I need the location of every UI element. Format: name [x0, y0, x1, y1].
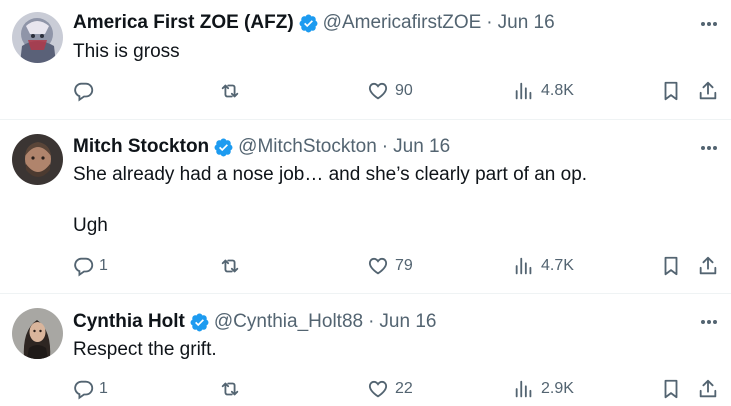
tweet-header: Mitch Stockton @MitchStockton · Jun 16	[73, 135, 450, 159]
reply-button[interactable]: 1	[73, 376, 108, 402]
avatar[interactable]	[12, 308, 63, 359]
view-count: 2.9K	[541, 380, 574, 397]
tweet-actions: 1 22 2.9K	[73, 376, 721, 402]
view-count: 4.7K	[541, 257, 574, 274]
views-button[interactable]: 2.9K	[513, 376, 574, 402]
tweet-header: America First ZOE (AFZ) @AmericafirstZOE…	[73, 11, 555, 35]
tweet-text-line: Ugh	[73, 215, 108, 236]
reply-icon	[73, 80, 95, 102]
verified-badge-icon	[298, 13, 319, 34]
share-icon	[697, 80, 719, 102]
avatar-image	[12, 308, 63, 359]
tweet-feed: America First ZOE (AFZ) @AmericafirstZOE…	[0, 0, 731, 406]
tweet[interactable]: Cynthia Holt @Cynthia_Holt88 · Jun 16 Re…	[0, 294, 731, 406]
view-count: 4.8K	[541, 82, 574, 99]
views-chart-icon	[513, 378, 535, 400]
avatar-image	[12, 134, 63, 185]
tweet-text-line: Respect the grift.	[73, 339, 217, 360]
share-button[interactable]	[697, 253, 719, 279]
reply-button[interactable]: 1	[73, 253, 108, 279]
views-button[interactable]: 4.7K	[513, 253, 574, 279]
heart-icon	[367, 255, 389, 277]
tweet[interactable]: Mitch Stockton @MitchStockton · Jun 16 S…	[0, 120, 731, 294]
reply-button[interactable]	[73, 78, 101, 104]
like-count: 90	[395, 82, 413, 99]
separator-dot: ·	[368, 311, 375, 332]
views-chart-icon	[513, 255, 535, 277]
like-count: 22	[395, 380, 413, 397]
bookmark-button[interactable]	[660, 376, 682, 402]
reply-icon	[73, 378, 95, 400]
display-name[interactable]: America First ZOE (AFZ)	[73, 11, 294, 35]
like-button[interactable]: 90	[367, 78, 413, 104]
reply-count: 1	[99, 257, 108, 274]
views-button[interactable]: 4.8K	[513, 78, 574, 104]
tweet-actions: 1 79 4.7K	[73, 253, 721, 279]
retweet-icon	[219, 378, 241, 400]
verified-badge-icon	[213, 137, 234, 158]
share-button[interactable]	[697, 78, 719, 104]
tweet-text-line: She already had a nose job… and she’s cl…	[73, 164, 588, 185]
retweet-icon	[219, 255, 241, 277]
like-button[interactable]: 79	[367, 253, 413, 279]
avatar[interactable]	[12, 134, 63, 185]
share-icon	[697, 255, 719, 277]
timestamp[interactable]: Jun 16	[498, 11, 555, 35]
more-options-icon[interactable]	[699, 14, 719, 34]
views-chart-icon	[513, 80, 535, 102]
like-button[interactable]: 22	[367, 376, 413, 402]
bookmark-icon	[660, 378, 682, 400]
like-count: 79	[395, 257, 413, 274]
avatar-image	[12, 12, 63, 63]
reply-icon	[73, 255, 95, 277]
bookmark-button[interactable]	[660, 78, 682, 104]
avatar[interactable]	[12, 12, 63, 63]
share-button[interactable]	[697, 376, 719, 402]
display-name[interactable]: Cynthia Holt	[73, 310, 185, 334]
user-handle[interactable]: @Cynthia_Holt88	[214, 310, 363, 334]
bookmark-button[interactable]	[660, 253, 682, 279]
retweet-button[interactable]	[219, 253, 247, 279]
bookmark-icon	[660, 80, 682, 102]
tweet[interactable]: America First ZOE (AFZ) @AmericafirstZOE…	[0, 0, 731, 120]
tweet-text-line: This is gross	[73, 41, 180, 62]
tweet-header: Cynthia Holt @Cynthia_Holt88 · Jun 16	[73, 310, 436, 334]
separator-dot: ·	[486, 12, 493, 33]
retweet-icon	[219, 80, 241, 102]
more-options-icon[interactable]	[699, 138, 719, 158]
separator-dot: ·	[381, 136, 389, 157]
heart-icon	[367, 80, 389, 102]
verified-badge-icon	[189, 312, 210, 333]
retweet-button[interactable]	[219, 376, 247, 402]
user-handle[interactable]: @MitchStockton	[238, 135, 377, 159]
heart-icon	[367, 378, 389, 400]
reply-count: 1	[99, 380, 108, 397]
user-handle[interactable]: @AmericafirstZOE	[323, 11, 482, 35]
timestamp[interactable]: Jun 16	[393, 135, 450, 159]
more-options-icon[interactable]	[699, 312, 719, 332]
display-name[interactable]: Mitch Stockton	[73, 135, 209, 159]
share-icon	[697, 378, 719, 400]
retweet-button[interactable]	[219, 78, 247, 104]
bookmark-icon	[660, 255, 682, 277]
timestamp[interactable]: Jun 16	[379, 310, 436, 334]
tweet-actions: 90 4.8K	[73, 78, 721, 104]
